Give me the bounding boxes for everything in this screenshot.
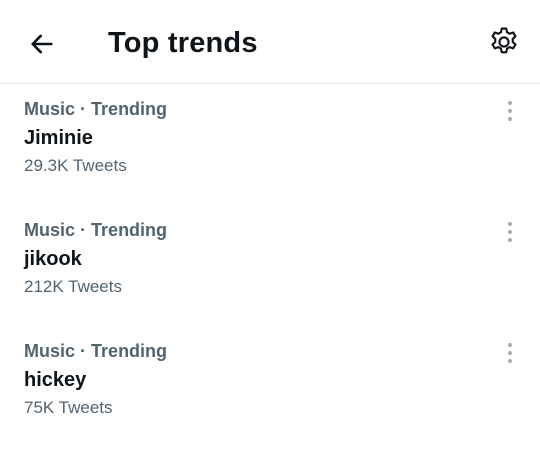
trend-name: jikook bbox=[24, 248, 82, 270]
trend-status: Trending bbox=[91, 341, 168, 361]
settings-button[interactable] bbox=[484, 22, 524, 62]
page-title: Top trends bbox=[108, 27, 258, 59]
trend-category: Music bbox=[24, 99, 76, 119]
trend-category: Music bbox=[24, 341, 76, 361]
more-options-button[interactable] bbox=[498, 219, 522, 245]
arrow-left-icon bbox=[31, 34, 53, 54]
trend-context: Music · Trending bbox=[24, 98, 167, 120]
trend-category: Music bbox=[24, 220, 76, 240]
tweet-count: 212K Tweets bbox=[24, 277, 122, 296]
more-options-button[interactable] bbox=[498, 340, 522, 366]
trend-separator: · bbox=[80, 341, 87, 361]
trend-context: Music · Trending bbox=[24, 340, 167, 362]
tweet-count: 75K Tweets bbox=[24, 398, 113, 417]
trend-separator: · bbox=[80, 220, 87, 240]
gear-icon bbox=[491, 27, 517, 54]
back-button[interactable] bbox=[22, 24, 62, 64]
trend-separator: · bbox=[80, 99, 87, 119]
trend-item[interactable]: Music · Trending jikook 212K Tweets bbox=[0, 219, 540, 339]
more-vertical-icon bbox=[507, 342, 513, 364]
trend-status: Trending bbox=[91, 220, 168, 240]
trend-name: Jiminie bbox=[24, 127, 93, 149]
more-options-button[interactable] bbox=[498, 98, 522, 124]
trend-context: Music · Trending bbox=[24, 219, 167, 241]
top-bar: Top trends bbox=[0, 0, 540, 84]
trend-name: hickey bbox=[24, 369, 87, 391]
trend-status: Trending bbox=[91, 99, 168, 119]
trend-item[interactable]: Music · Trending Jiminie 29.3K Tweets bbox=[0, 98, 540, 218]
trend-item[interactable]: Music · Trending hickey 75K Tweets bbox=[0, 340, 540, 460]
more-vertical-icon bbox=[507, 100, 513, 122]
more-vertical-icon bbox=[507, 221, 513, 243]
tweet-count: 29.3K Tweets bbox=[24, 156, 127, 175]
